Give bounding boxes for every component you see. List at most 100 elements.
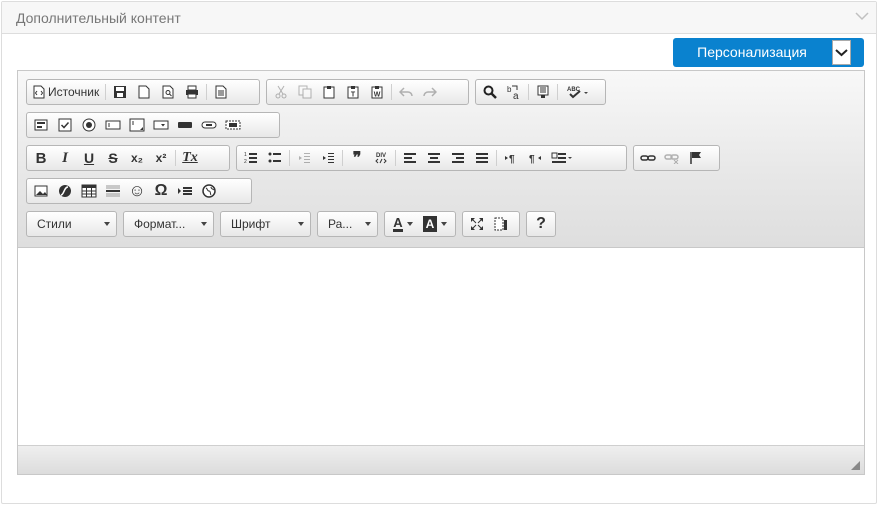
svg-text:¶: ¶ (529, 154, 535, 165)
replace-button[interactable]: ba (502, 81, 526, 103)
rtl-button[interactable]: ¶ (523, 147, 547, 169)
paste-word-button[interactable]: W (365, 81, 389, 103)
personalization-button[interactable]: Персонализация (673, 38, 831, 67)
outdent-button[interactable] (292, 147, 316, 169)
text-color-button[interactable]: A (387, 213, 419, 235)
textarea-button[interactable] (125, 114, 149, 136)
size-combo[interactable]: Ра... (317, 211, 378, 237)
radio-button[interactable] (77, 114, 101, 136)
justify-button[interactable] (470, 147, 494, 169)
personalization-dropdown[interactable] (830, 38, 864, 67)
paste-button[interactable] (317, 81, 341, 103)
select-all-button[interactable] (531, 81, 555, 103)
templates-button[interactable] (209, 81, 233, 103)
align-left-button[interactable] (398, 147, 422, 169)
horizontal-rule-button[interactable] (101, 180, 125, 202)
language-icon (551, 152, 572, 163)
dropdown-arrow-icon (104, 222, 110, 226)
chevron-down-icon (835, 49, 848, 57)
hidden-field-button[interactable] (221, 114, 245, 136)
table-button[interactable] (77, 180, 101, 202)
source-button[interactable]: Источник (29, 81, 103, 103)
redo-icon (423, 87, 437, 97)
hidden-field-icon (225, 120, 241, 130)
text-field-icon (105, 120, 121, 130)
font-combo[interactable]: Шрифт (220, 211, 311, 237)
copy-icon (298, 85, 312, 99)
indent-button[interactable] (316, 147, 340, 169)
smiley-button[interactable]: ☺ (125, 180, 149, 202)
spellcheck-button[interactable]: ABC (560, 81, 594, 103)
styles-combo[interactable]: Стили (26, 211, 117, 237)
save-icon (114, 86, 127, 98)
print-button[interactable] (180, 81, 204, 103)
link-button[interactable] (636, 147, 660, 169)
find-button[interactable] (478, 81, 502, 103)
form-button[interactable] (29, 114, 53, 136)
spellcheck-icon: ABC (567, 87, 588, 99)
numbered-list-icon: 12 (244, 152, 257, 165)
checkbox-icon (58, 118, 72, 132)
bulleted-list-icon (268, 152, 281, 163)
div-icon: DIV (375, 153, 387, 164)
maximize-button[interactable] (465, 213, 489, 235)
align-right-button[interactable] (446, 147, 470, 169)
page-break-icon (178, 187, 192, 195)
checkbox-button[interactable] (53, 114, 77, 136)
save-button[interactable] (108, 81, 132, 103)
help-button[interactable]: ? (529, 213, 553, 235)
underline-button[interactable]: U (77, 147, 101, 169)
insert-group: ☺ Ω (26, 178, 252, 204)
select-button[interactable] (149, 114, 173, 136)
subscript-button[interactable]: x₂ (125, 147, 149, 169)
unlink-button[interactable] (660, 147, 684, 169)
svg-text:2: 2 (244, 159, 247, 165)
cut-button[interactable] (269, 81, 293, 103)
iframe-button[interactable] (197, 180, 221, 202)
unlink-icon (664, 154, 679, 164)
svg-text:b: b (507, 85, 512, 94)
paste-icon (323, 86, 335, 99)
flag-icon (690, 152, 701, 164)
editor-content-area[interactable] (18, 248, 864, 446)
page-break-button[interactable] (173, 180, 197, 202)
redo-button[interactable] (418, 81, 442, 103)
new-page-button[interactable] (132, 81, 156, 103)
image-button-button[interactable] (197, 114, 221, 136)
image-button[interactable] (29, 180, 53, 202)
text-field-button[interactable] (101, 114, 125, 136)
print-icon (186, 85, 199, 99)
superscript-button[interactable]: x² (149, 147, 173, 169)
special-char-button[interactable]: Ω (149, 180, 173, 202)
tools-group (462, 211, 520, 237)
preview-icon (162, 85, 174, 99)
chevron-down-icon[interactable] (854, 10, 870, 22)
resize-handle-icon[interactable] (851, 461, 860, 470)
background-color-button[interactable]: A (419, 213, 451, 235)
preview-button[interactable] (156, 81, 180, 103)
ltr-button[interactable]: ¶ (499, 147, 523, 169)
svg-text:¶: ¶ (509, 154, 515, 165)
bulleted-list-button[interactable] (263, 147, 287, 169)
numbered-list-button[interactable]: 12 (239, 147, 263, 169)
blockquote-button[interactable]: ❞ (345, 147, 369, 169)
align-center-button[interactable] (422, 147, 446, 169)
button-button[interactable] (173, 114, 197, 136)
table-icon (81, 184, 97, 198)
dropdown-arrow-icon (406, 222, 413, 226)
paragraph-group: 12 ❞ DIV ¶ ¶ (236, 145, 627, 171)
remove-format-button[interactable]: Tx (178, 147, 202, 169)
italic-button[interactable]: I (53, 147, 77, 169)
format-combo[interactable]: Формат... (123, 211, 214, 237)
copy-button[interactable] (293, 81, 317, 103)
panel-header[interactable]: Дополнительный контент (2, 2, 876, 34)
create-div-button[interactable]: DIV (369, 147, 393, 169)
undo-button[interactable] (394, 81, 418, 103)
anchor-button[interactable] (684, 147, 708, 169)
strike-button[interactable]: S (101, 147, 125, 169)
bold-button[interactable]: B (29, 147, 53, 169)
language-button[interactable] (547, 147, 577, 169)
paste-text-button[interactable]: T (341, 81, 365, 103)
flash-button[interactable] (53, 180, 77, 202)
show-blocks-button[interactable] (489, 213, 513, 235)
